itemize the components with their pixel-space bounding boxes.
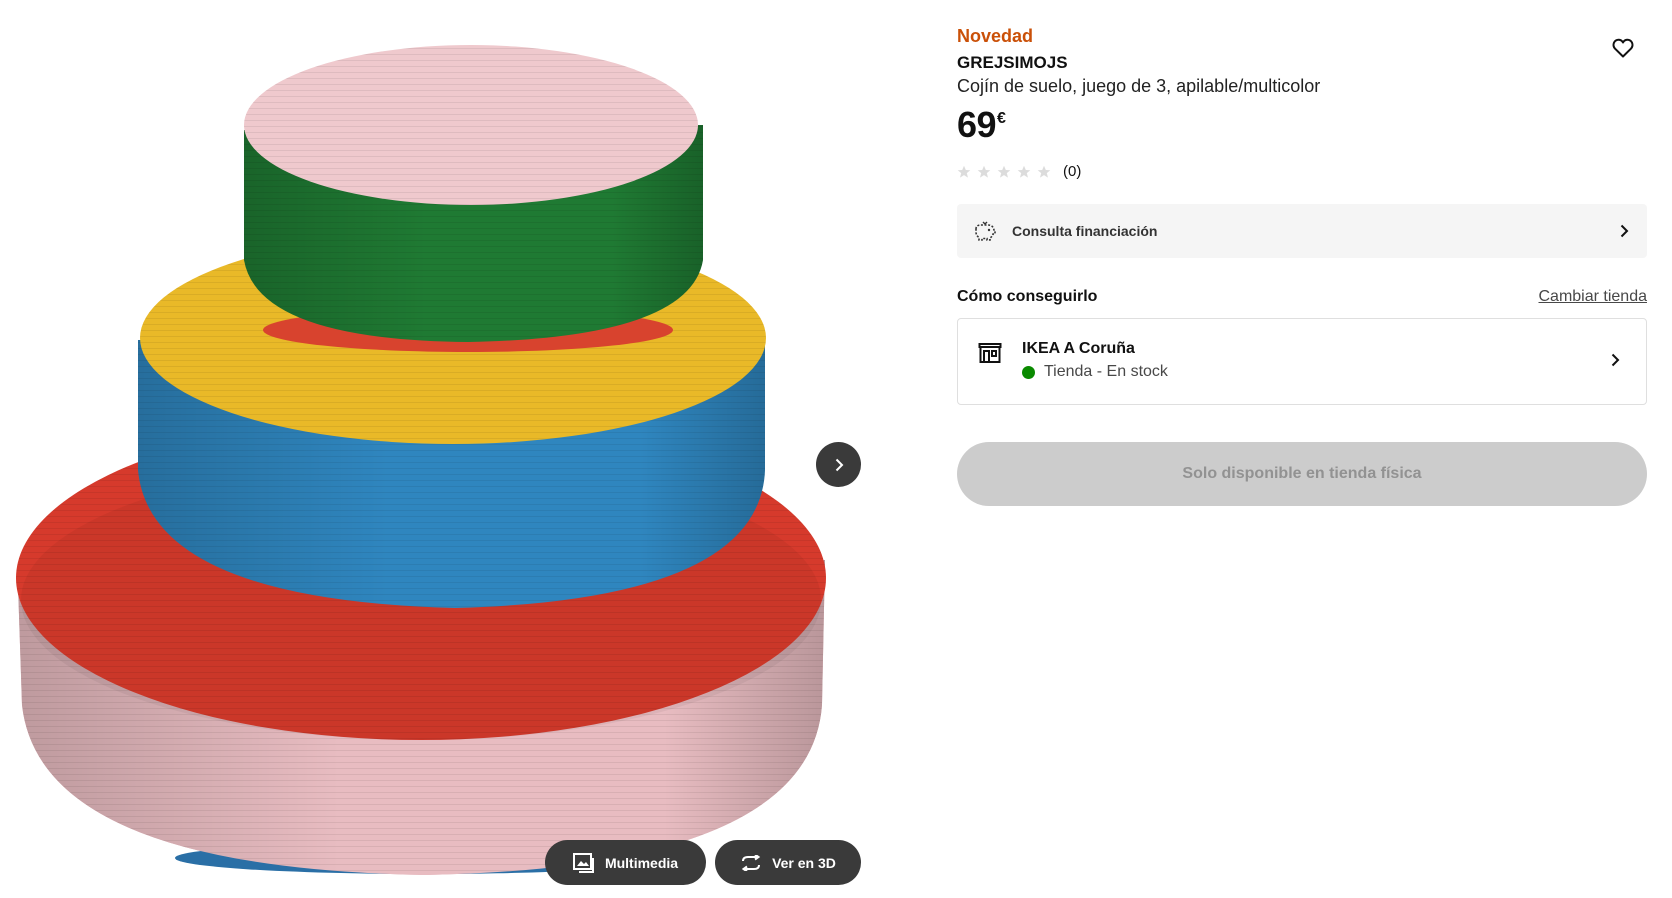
chevron-right-icon xyxy=(835,458,843,471)
rating-stars xyxy=(957,165,1051,179)
product-price: 69€ xyxy=(957,104,1006,146)
store-availability-card[interactable]: IKEA A Coruña Tienda - En stock xyxy=(957,318,1647,405)
rotate-3d-icon xyxy=(741,854,761,871)
multimedia-label: Multimedia xyxy=(604,854,679,871)
product-gallery: Multimedia Ver en 3D xyxy=(0,0,890,898)
product-rating[interactable]: (0) xyxy=(957,163,1081,180)
financing-label: Consulta financiación xyxy=(1012,223,1158,239)
store-only-button: Solo disponible en tienda física xyxy=(957,442,1647,506)
multimedia-button[interactable]: Multimedia xyxy=(545,840,706,885)
price-currency: € xyxy=(997,110,1006,127)
favourite-heart-icon[interactable] xyxy=(1611,36,1635,60)
star-empty-icon xyxy=(997,165,1011,178)
how-to-get-title: Cómo conseguirlo xyxy=(957,288,1098,305)
financing-button[interactable]: Consulta financiación xyxy=(957,204,1647,258)
star-empty-icon xyxy=(977,165,991,178)
top-cushion xyxy=(244,45,703,352)
rating-count: (0) xyxy=(1063,163,1082,180)
stock-status: Tienda - En stock xyxy=(1022,363,1168,381)
store-name: IKEA A Coruña xyxy=(1022,340,1135,357)
product-description: Cojín de suelo, juego de 3, apilable/mul… xyxy=(957,76,1321,96)
image-gallery-icon xyxy=(572,852,594,873)
product-image[interactable] xyxy=(0,0,890,898)
star-empty-icon xyxy=(1037,165,1051,178)
store-icon xyxy=(978,343,1002,363)
stock-status-label: Tienda - En stock xyxy=(1044,363,1168,380)
new-badge: Novedad xyxy=(957,26,1034,46)
in-stock-dot-icon xyxy=(1022,365,1035,379)
chevron-right-icon xyxy=(1620,224,1629,238)
product-name: GREJSIMOJS xyxy=(957,53,1068,72)
next-image-button[interactable] xyxy=(816,442,861,487)
star-empty-icon xyxy=(957,165,971,178)
price-amount: 69 xyxy=(957,104,997,145)
view-3d-button[interactable]: Ver en 3D xyxy=(715,840,861,885)
change-store-link[interactable]: Cambiar tienda xyxy=(1539,288,1648,306)
view-3d-label: Ver en 3D xyxy=(772,854,836,871)
chevron-right-icon xyxy=(1611,353,1620,367)
star-empty-icon xyxy=(1017,165,1031,178)
piggy-bank-icon xyxy=(975,221,996,241)
